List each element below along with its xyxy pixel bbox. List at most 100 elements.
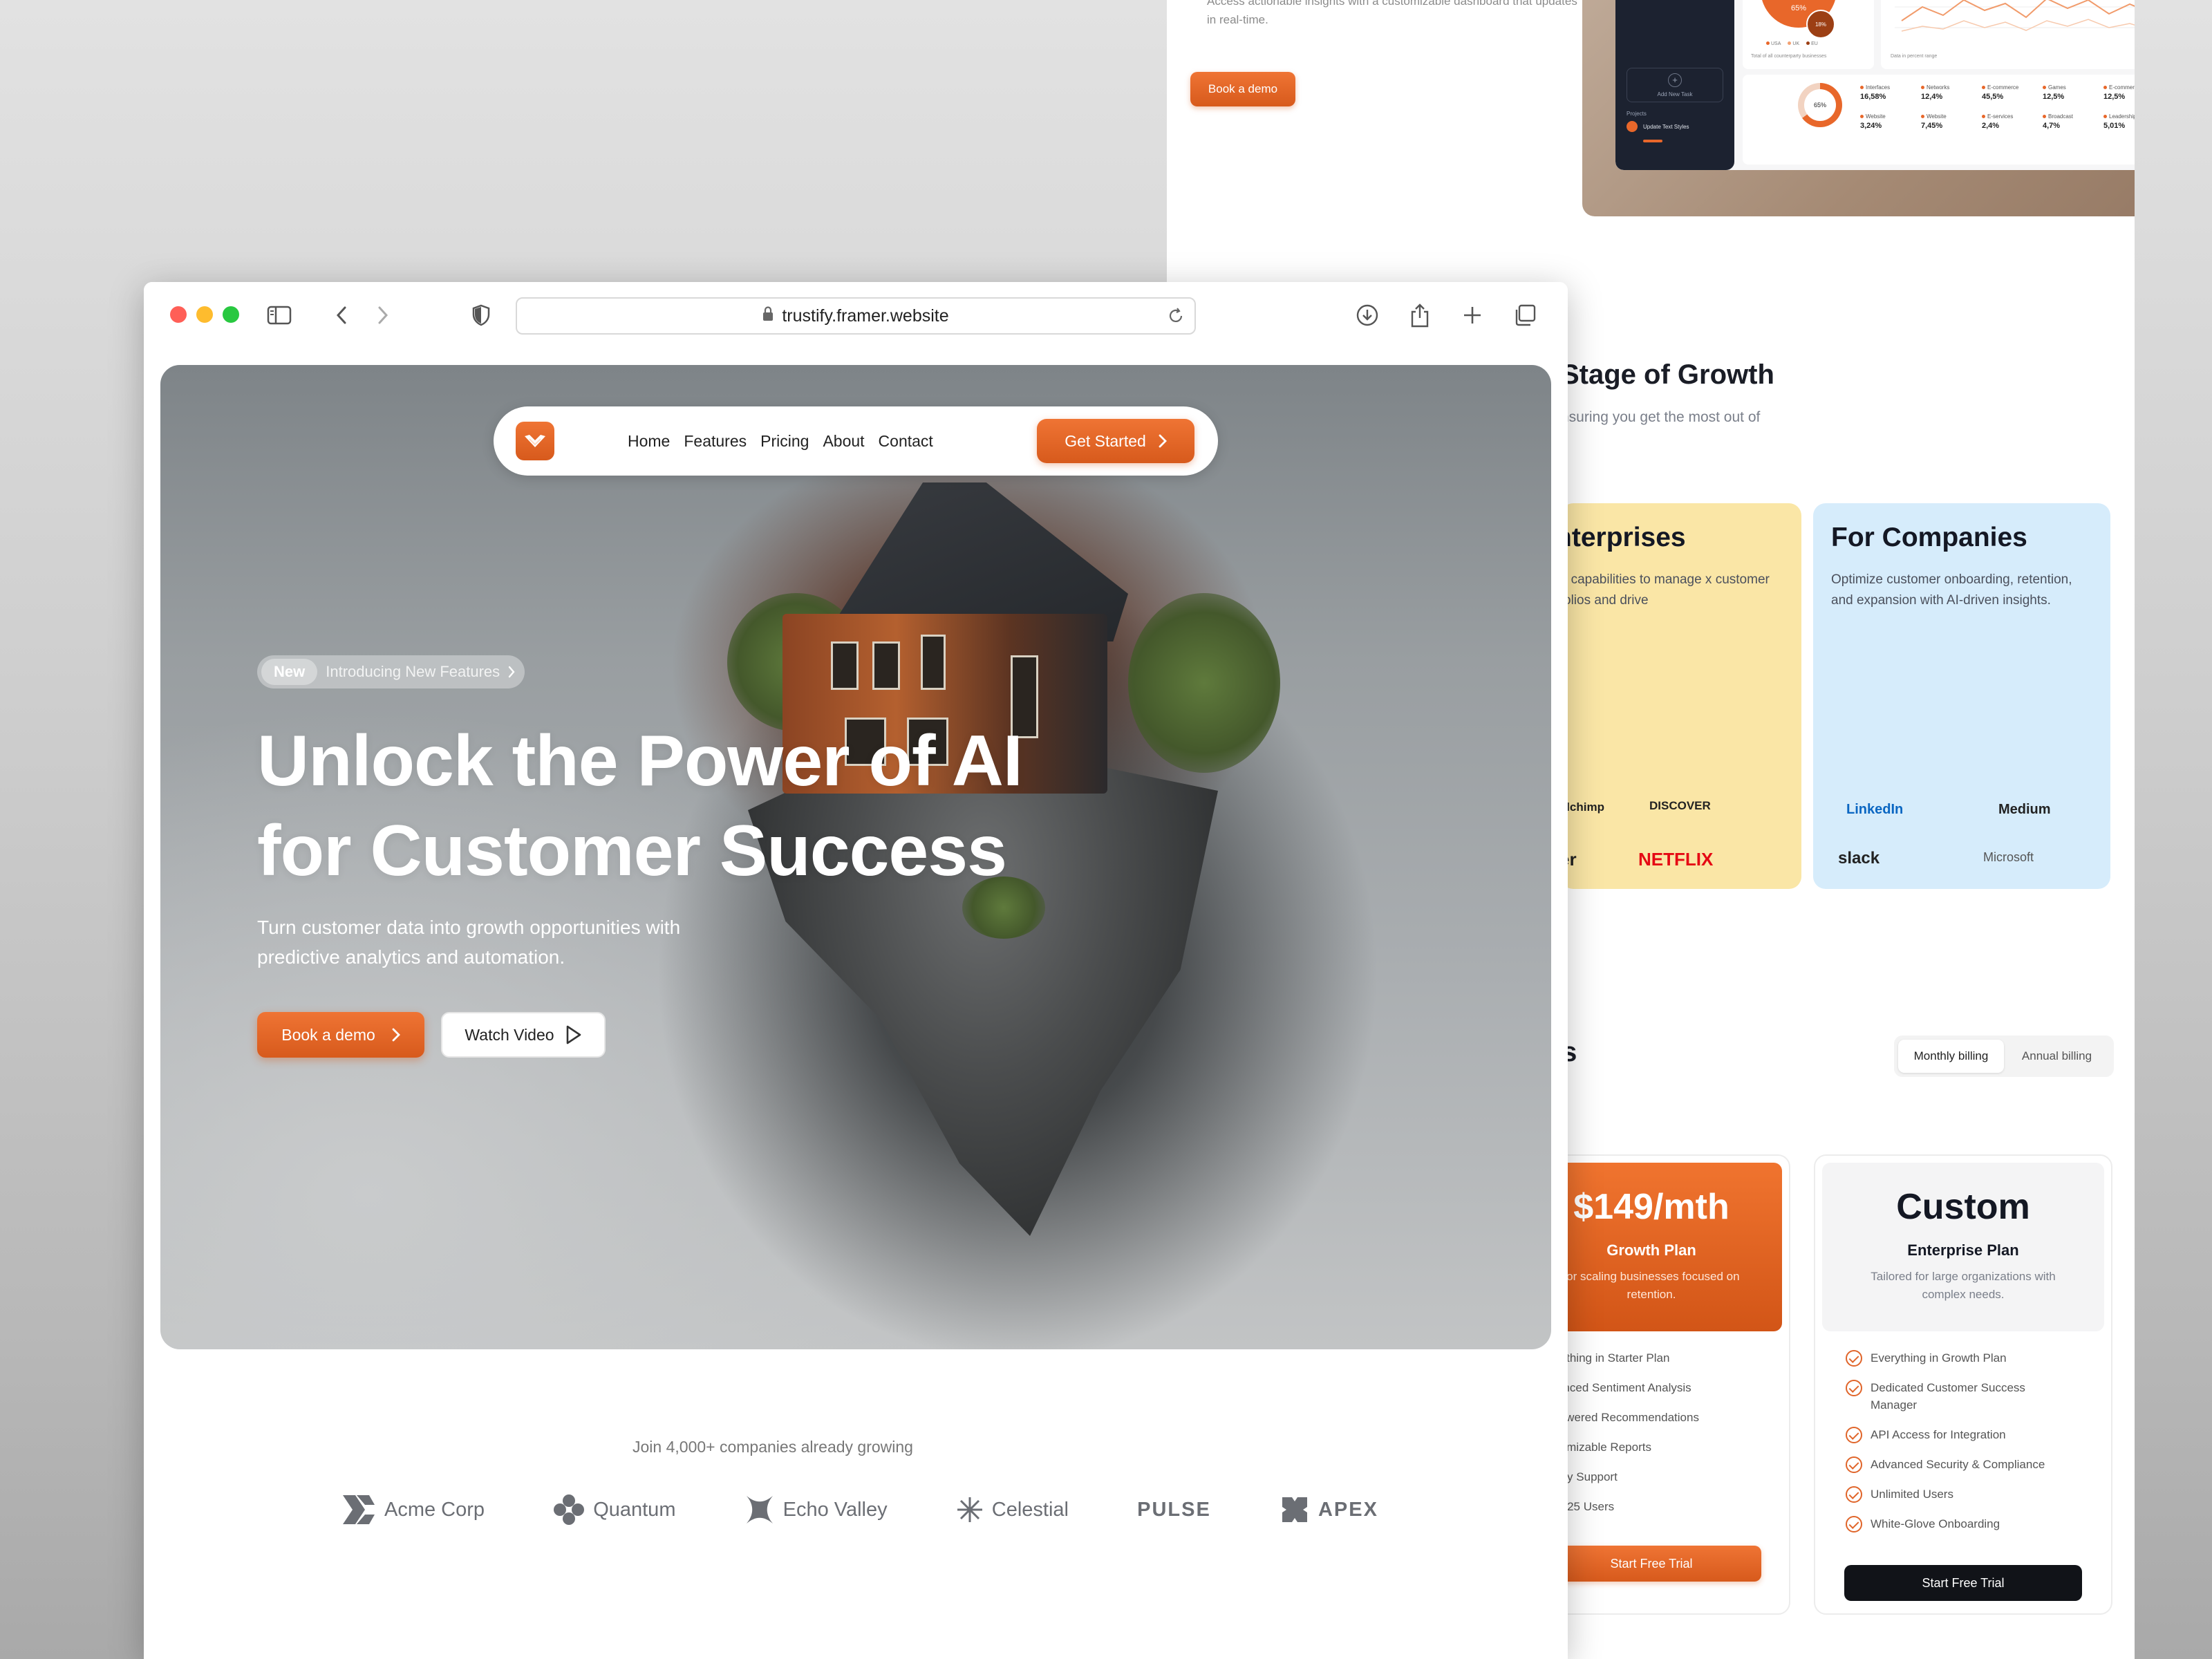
metric-item: Website 3,24%	[1860, 113, 1886, 130]
task-item[interactable]: Update Text Styles	[1627, 121, 1689, 132]
nav-link-features[interactable]: Features	[684, 432, 747, 451]
plus-icon: +	[1668, 73, 1682, 87]
check-icon	[1846, 1350, 1862, 1367]
lock-icon	[762, 306, 774, 326]
zoom-window-button[interactable]	[223, 306, 239, 323]
metric-item: Interfaces 16,58%	[1860, 84, 1891, 101]
watch-video-button[interactable]: Watch Video	[441, 1012, 606, 1058]
hero-section: Home Features Pricing About Contact Get …	[160, 365, 1551, 1349]
hero-subtext: Turn customer data into growth opportuni…	[257, 917, 681, 968]
metric-item: E-commerce 45,5%	[1982, 84, 2019, 101]
segment-description: ed AI capabilities to manage x customer …	[1561, 572, 1770, 608]
legend-item: USA	[1766, 41, 1781, 46]
hero-headline: Unlock the Power of AI for Customer Succ…	[257, 716, 1087, 896]
start-free-trial-button[interactable]: Start Free Trial	[1844, 1565, 2082, 1601]
customer-logos: Acme Corp Quantum Echo Valley Celestial …	[341, 1489, 1378, 1530]
nav-link-home[interactable]: Home	[628, 432, 670, 451]
legend-item: EU	[1806, 41, 1818, 46]
forward-icon[interactable]	[369, 301, 397, 329]
metric-item: Broadcast 4,7%	[2043, 113, 2074, 130]
echo-valley-logo: Echo Valley	[744, 1494, 888, 1526]
watch-video-label: Watch Video	[465, 1025, 554, 1044]
plan-feature: ustomizable Reports	[1544, 1441, 1651, 1454]
metric-item: Leadership 5,01%	[2103, 113, 2135, 130]
celestial-logo: Celestial	[956, 1496, 1069, 1524]
shield-icon[interactable]	[467, 301, 495, 329]
segment-card-enterprises: Enterprises ed AI capabilities to manage…	[1561, 503, 1801, 889]
microsoft-logo: Microsoft	[1983, 850, 2034, 864]
add-task-label: Add New Task	[1657, 91, 1693, 97]
segment-card-companies: For Companies Optimize customer onboardi…	[1813, 503, 2110, 889]
heart-hands-icon	[525, 435, 545, 447]
check-icon	[1846, 1516, 1862, 1533]
reload-icon[interactable]	[1167, 307, 1185, 330]
plan-feature: p to 25 Users	[1544, 1500, 1615, 1513]
get-started-label: Get Started	[1065, 431, 1146, 450]
annual-billing-option[interactable]: Annual billing	[2004, 1040, 2110, 1073]
add-task-button[interactable]: + Add New Task	[1627, 68, 1723, 102]
hero-headline-line-2: for Customer Success	[257, 811, 1007, 891]
plan-feature: dvanced Sentiment Analysis	[1544, 1381, 1691, 1394]
growth-section-title: Stage of Growth	[1561, 359, 1774, 390]
new-tab-icon[interactable]	[1459, 301, 1486, 329]
book-demo-label: Book a demo	[281, 1025, 375, 1044]
download-icon[interactable]	[1353, 301, 1381, 329]
close-window-button[interactable]	[170, 306, 187, 323]
line-chart-card	[1881, 0, 2135, 69]
announcement-badge[interactable]: New Introducing New Features	[257, 655, 525, 688]
book-demo-button[interactable]: Book a demo	[257, 1012, 424, 1058]
growth-section-subtitle: nsuring you get the most out of	[1561, 409, 1761, 425]
dashboard-description: Access actionable insights with a custom…	[1207, 0, 1577, 26]
line-chart	[1895, 0, 2135, 32]
bubble-legend: USA UK EU	[1766, 41, 1818, 46]
new-badge: New	[261, 659, 318, 685]
nav-link-pricing[interactable]: Pricing	[760, 432, 809, 451]
plan-feature: verything in Starter Plan	[1544, 1351, 1670, 1365]
dashboard-sidebar: + Add New Task Projects Update Text Styl…	[1615, 0, 1734, 170]
nav-link-about[interactable]: About	[823, 432, 864, 451]
get-started-button[interactable]: Get Started	[1037, 419, 1194, 463]
chevron-right-icon	[508, 666, 515, 678]
check-icon	[1846, 1380, 1862, 1396]
plan-feature: White-Glove Onboarding	[1846, 1515, 2074, 1533]
address-bar[interactable]: trustify.framer.website	[516, 297, 1196, 335]
book-demo-button-secondary[interactable]: Book a demo	[1190, 72, 1295, 106]
site-navbar: Home Features Pricing About Contact Get …	[494, 406, 1218, 476]
plan-name: Enterprise Plan	[1907, 1241, 2019, 1259]
discover-logo: DISCOVER	[1649, 799, 1711, 812]
dashboard-preview: + Add New Task Projects Update Text Styl…	[1615, 0, 2135, 170]
plan-feature: I-Powered Recommendations	[1544, 1411, 1699, 1424]
nav-link-contact[interactable]: Contact	[879, 432, 933, 451]
back-icon[interactable]	[328, 301, 355, 329]
plan-description: Tailored for large organizations with co…	[1871, 1270, 2056, 1301]
plan-feature: Everything in Growth Plan	[1846, 1349, 2074, 1367]
chevron-right-icon	[392, 1028, 400, 1042]
medium-logo: Medium	[1998, 802, 2051, 817]
netflix-logo: NETFLIX	[1638, 849, 1714, 870]
monthly-billing-option[interactable]: Monthly billing	[1898, 1040, 2004, 1073]
brand-logo[interactable]	[516, 422, 554, 460]
tabs-icon[interactable]	[1511, 301, 1539, 329]
plan-price: Custom	[1896, 1187, 2030, 1227]
acme-icon	[343, 1495, 375, 1524]
plan-card-enterprise: Custom Enterprise Plan Tailored for larg…	[1814, 1154, 2112, 1615]
projects-label: Projects	[1627, 111, 1647, 117]
gauge-chart: 65%	[1798, 83, 1842, 127]
share-icon[interactable]	[1406, 301, 1434, 329]
browser-window: trustify.framer.website Home Features Pr…	[144, 282, 1568, 1659]
pulse-logo: PULSE	[1137, 1498, 1211, 1521]
browser-toolbar: trustify.framer.website	[144, 282, 1568, 355]
quantum-icon	[554, 1494, 585, 1525]
plan-feature: riority Support	[1544, 1470, 1618, 1483]
plan-feature: API Access for Integration	[1846, 1426, 2074, 1443]
minimize-window-button[interactable]	[196, 306, 213, 323]
metric-item: E-commerce12,5%	[2103, 84, 2135, 101]
bubble-caption: Total of all counterparty businesses	[1751, 54, 1827, 59]
plan-feature: Dedicated Customer Success Manager	[1846, 1379, 2074, 1414]
start-free-trial-button[interactable]: Start Free Trial	[1541, 1546, 1761, 1582]
url-text: trustify.framer.website	[782, 306, 949, 326]
task-progress-bar	[1643, 140, 1662, 142]
bubble-small: 18%	[1806, 10, 1835, 39]
chevron-right-icon	[1159, 434, 1167, 448]
sidebar-icon[interactable]	[265, 301, 293, 329]
